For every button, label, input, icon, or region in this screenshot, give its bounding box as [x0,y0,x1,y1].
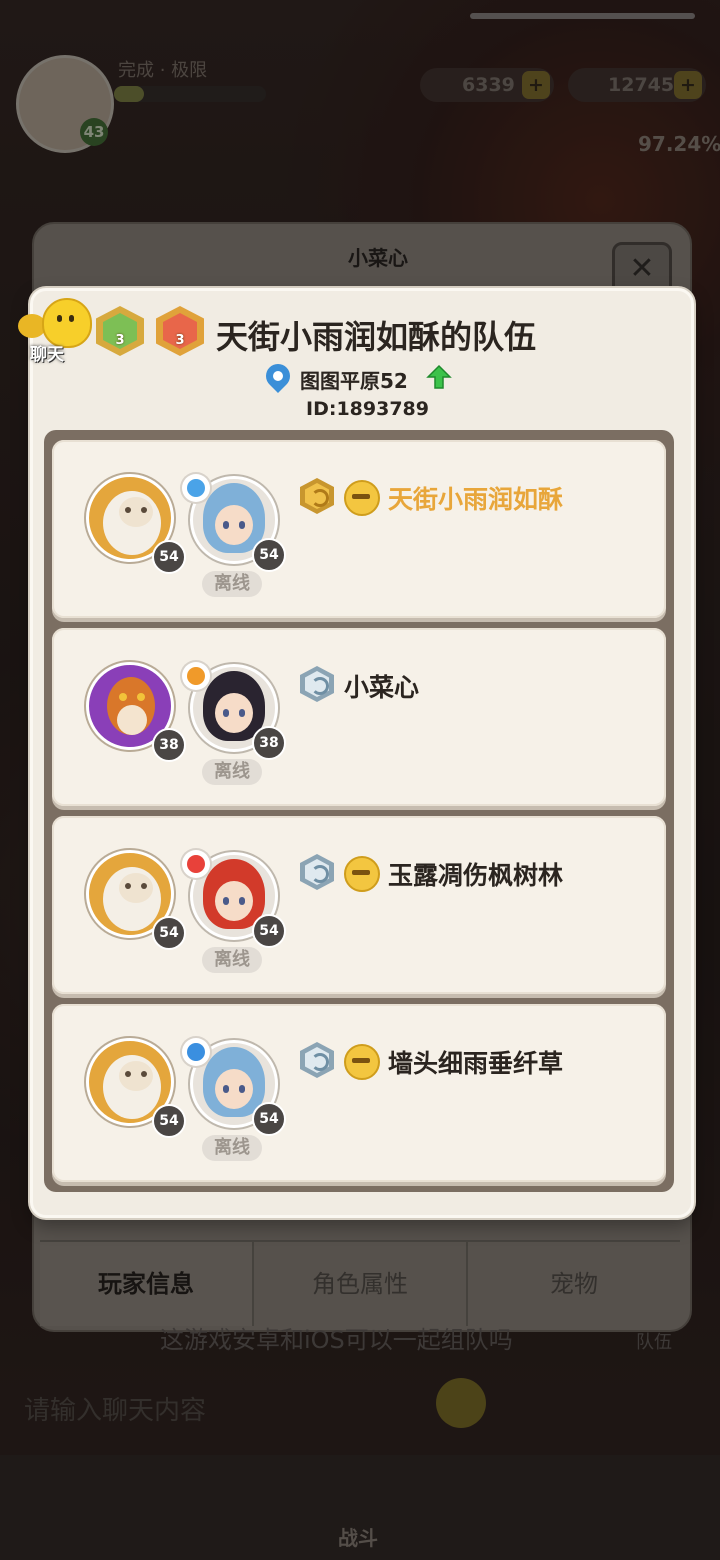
hero-level-badge: 38 [252,726,286,760]
team-title: 天街小雨润如酥的队伍 [216,318,537,356]
offline-status: 离线 [202,1135,262,1161]
up-arrow-icon [426,364,452,389]
offline-status: 离线 [202,759,262,785]
element-icon [182,850,210,878]
hero-level-badge: 54 [252,538,286,572]
pet-level-badge: 38 [152,728,186,762]
mushroom-rank-badge: 3 [156,306,204,356]
hero-level-badge: 54 [252,914,286,948]
emote-face-icon [344,1044,380,1080]
pet-level-badge: 54 [152,916,186,950]
member-name: 小菜心 [344,673,420,702]
offline-status: 离线 [202,571,262,597]
member-name: 天街小雨润如酥 [388,485,564,514]
element-icon [182,662,210,690]
team-location: 图图平原52 [300,369,408,393]
team-id: ID:1893789 [306,398,429,420]
pet-level-badge: 54 [152,1104,186,1138]
pet-level-badge: 54 [152,540,186,574]
member-name: 墙头细雨垂纤草 [388,1049,564,1078]
emote-face-icon [344,480,380,516]
offline-status: 离线 [202,947,262,973]
wind-rank-badge: 3 [96,306,144,356]
hero-level-badge: 54 [252,1102,286,1136]
chat-float-label: 聊天 [30,345,64,365]
chat-float-button[interactable]: 聊天 [18,298,92,365]
element-icon [182,1038,210,1066]
emote-face-icon [344,856,380,892]
member-name: 玉露凋伤枫树林 [388,861,564,890]
element-icon [182,474,210,502]
